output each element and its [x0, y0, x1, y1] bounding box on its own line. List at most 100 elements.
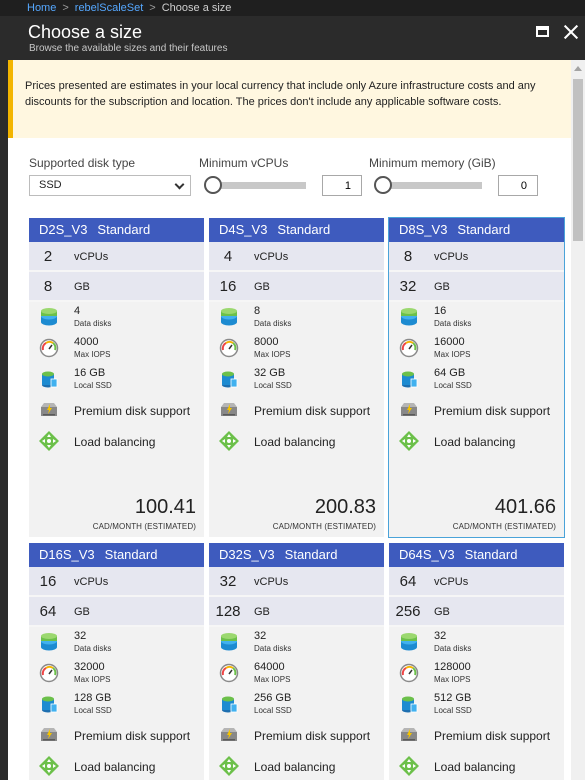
- load-balancing-icon: [219, 431, 239, 451]
- data-disks-label: Data disks: [74, 644, 112, 653]
- breadcrumb-separator: >: [149, 2, 156, 14]
- premium-disk-label: Premium disk support: [74, 404, 191, 418]
- min-vcpus-input[interactable]: [322, 175, 362, 196]
- max-iops-row: 32000 Max IOPS: [29, 658, 204, 689]
- min-vcpus-label: Minimum vCPUs: [199, 156, 289, 170]
- data-disks-value: 32: [254, 630, 267, 642]
- min-vcpus-slider[interactable]: [204, 176, 306, 194]
- size-card-d4s_v3[interactable]: D4S_V3 Standard 4 vCPUs 16 GB 8 Data disks …: [209, 218, 384, 537]
- size-tier: Standard: [284, 547, 338, 562]
- premium-disk-row: Premium disk support: [389, 395, 564, 426]
- size-card-d2s_v3[interactable]: D2S_V3 Standard 2 vCPUs 8 GB 4 Data disks 4…: [29, 218, 204, 537]
- load-balancing-row: Load balancing: [29, 426, 204, 457]
- local-ssd-value: 16 GB: [74, 367, 106, 379]
- data-disks-row: 16 Data disks: [389, 302, 564, 333]
- scrollbar-thumb[interactable]: [573, 79, 583, 241]
- max-iops-label: Max IOPS: [254, 350, 291, 359]
- max-iops-row: 128000 Max IOPS: [389, 658, 564, 689]
- vcpus-row: 64 vCPUs: [389, 567, 564, 597]
- maximize-button[interactable]: [535, 24, 551, 40]
- local-ssd-value: 32 GB: [254, 367, 286, 379]
- local-ssd-row: 64 GB Local SSD: [389, 364, 564, 395]
- max-iops-row: 64000 Max IOPS: [209, 658, 384, 689]
- premium-disk-icon: [41, 403, 57, 416]
- size-name: D32S_V3: [219, 547, 275, 562]
- size-card-d32s_v3[interactable]: D32S_V3 Standard 32 vCPUs 128 GB 32 Data di…: [209, 543, 384, 780]
- max-iops-value: 8000: [254, 336, 279, 348]
- memory-row: 128 GB: [209, 597, 384, 627]
- size-tier: Standard: [277, 222, 331, 237]
- load-balancing-row: Load balancing: [389, 426, 564, 457]
- price-area: CAD/MONTH (ESTIMATED): [389, 757, 564, 780]
- memory-value: 128: [215, 603, 241, 620]
- premium-disk-icon: [221, 403, 237, 416]
- close-button[interactable]: [563, 24, 579, 40]
- size-card-d16s_v3[interactable]: D16S_V3 Standard 16 vCPUs 64 GB 32 Data dis…: [29, 543, 204, 780]
- data-disks-value: 8: [254, 305, 261, 317]
- memory-label: GB: [74, 606, 90, 618]
- disk-type-select[interactable]: SSD: [29, 175, 191, 196]
- size-name: D2S_V3: [39, 222, 88, 237]
- max-iops-label: Max IOPS: [434, 675, 471, 684]
- data-disks-value: 16: [434, 305, 447, 317]
- breadcrumb-scaleset-link[interactable]: rebelScaleSet: [75, 2, 144, 14]
- gauge-icon: [399, 663, 419, 683]
- chevron-down-icon: [174, 179, 185, 190]
- local-ssd-row: 256 GB Local SSD: [209, 689, 384, 720]
- size-name: D16S_V3: [39, 547, 95, 562]
- price-unit: CAD/MONTH (ESTIMATED): [452, 522, 556, 531]
- size-card-d8s_v3[interactable]: D8S_V3 Standard 8 vCPUs 32 GB 16 Data disks…: [388, 217, 565, 538]
- memory-row: 16 GB: [209, 272, 384, 302]
- local-ssd-label: Local SSD: [254, 381, 292, 390]
- load-balancing-label: Load balancing: [254, 435, 336, 449]
- local-ssd-row: 16 GB Local SSD: [29, 364, 204, 395]
- ssd-icon: [222, 696, 238, 713]
- min-memory-input[interactable]: [498, 175, 538, 196]
- max-iops-row: 4000 Max IOPS: [29, 333, 204, 364]
- data-disk-icon: [221, 308, 237, 326]
- ssd-icon: [42, 371, 58, 388]
- size-card-header: D16S_V3 Standard: [29, 543, 204, 567]
- memory-value: 32: [399, 278, 417, 295]
- gauge-icon: [219, 338, 239, 358]
- premium-disk-icon: [221, 728, 237, 741]
- memory-label: GB: [254, 281, 270, 293]
- premium-disk-row: Premium disk support: [389, 720, 564, 751]
- scrollbar[interactable]: [571, 60, 585, 780]
- size-card-header: D64S_V3 Standard: [389, 543, 564, 567]
- vcpus-value: 4: [223, 248, 233, 265]
- breadcrumb-current: Choose a size: [161, 2, 232, 14]
- breadcrumb: Home > rebelScaleSet > Choose a size: [0, 0, 585, 16]
- local-ssd-label: Local SSD: [254, 706, 292, 715]
- min-memory-slider[interactable]: [374, 176, 482, 194]
- vcpus-label: vCPUs: [74, 251, 109, 263]
- local-ssd-row: 128 GB Local SSD: [29, 689, 204, 720]
- price-area: 100.41 CAD/MONTH (ESTIMATED): [29, 491, 204, 537]
- max-iops-row: 8000 Max IOPS: [209, 333, 384, 364]
- premium-disk-label: Premium disk support: [434, 729, 551, 743]
- data-disks-label: Data disks: [74, 319, 112, 328]
- slider-track: [208, 182, 306, 189]
- size-tier: Standard: [104, 547, 158, 562]
- load-balancing-row: Load balancing: [209, 426, 384, 457]
- slider-handle[interactable]: [374, 176, 392, 194]
- local-ssd-label: Local SSD: [74, 706, 112, 715]
- data-disk-icon: [41, 633, 57, 651]
- price-area: 200.83 CAD/MONTH (ESTIMATED): [209, 491, 384, 537]
- size-card-header: D32S_V3 Standard: [209, 543, 384, 567]
- scroll-up-icon[interactable]: [574, 66, 582, 71]
- memory-value: 16: [219, 278, 237, 295]
- premium-disk-icon: [401, 728, 417, 741]
- premium-disk-label: Premium disk support: [434, 404, 551, 418]
- vcpus-label: vCPUs: [74, 576, 109, 588]
- max-iops-value: 64000: [254, 661, 285, 673]
- premium-disk-row: Premium disk support: [209, 395, 384, 426]
- breadcrumb-home-link[interactable]: Home: [27, 2, 56, 14]
- slider-handle[interactable]: [204, 176, 222, 194]
- size-name: D64S_V3: [399, 547, 455, 562]
- vcpus-value: 16: [39, 573, 57, 590]
- local-ssd-value: 256 GB: [254, 692, 292, 704]
- max-iops-value: 128000: [434, 661, 471, 673]
- memory-value: 64: [39, 603, 57, 620]
- size-card-d64s_v3[interactable]: D64S_V3 Standard 64 vCPUs 256 GB 32 Data di…: [389, 543, 564, 780]
